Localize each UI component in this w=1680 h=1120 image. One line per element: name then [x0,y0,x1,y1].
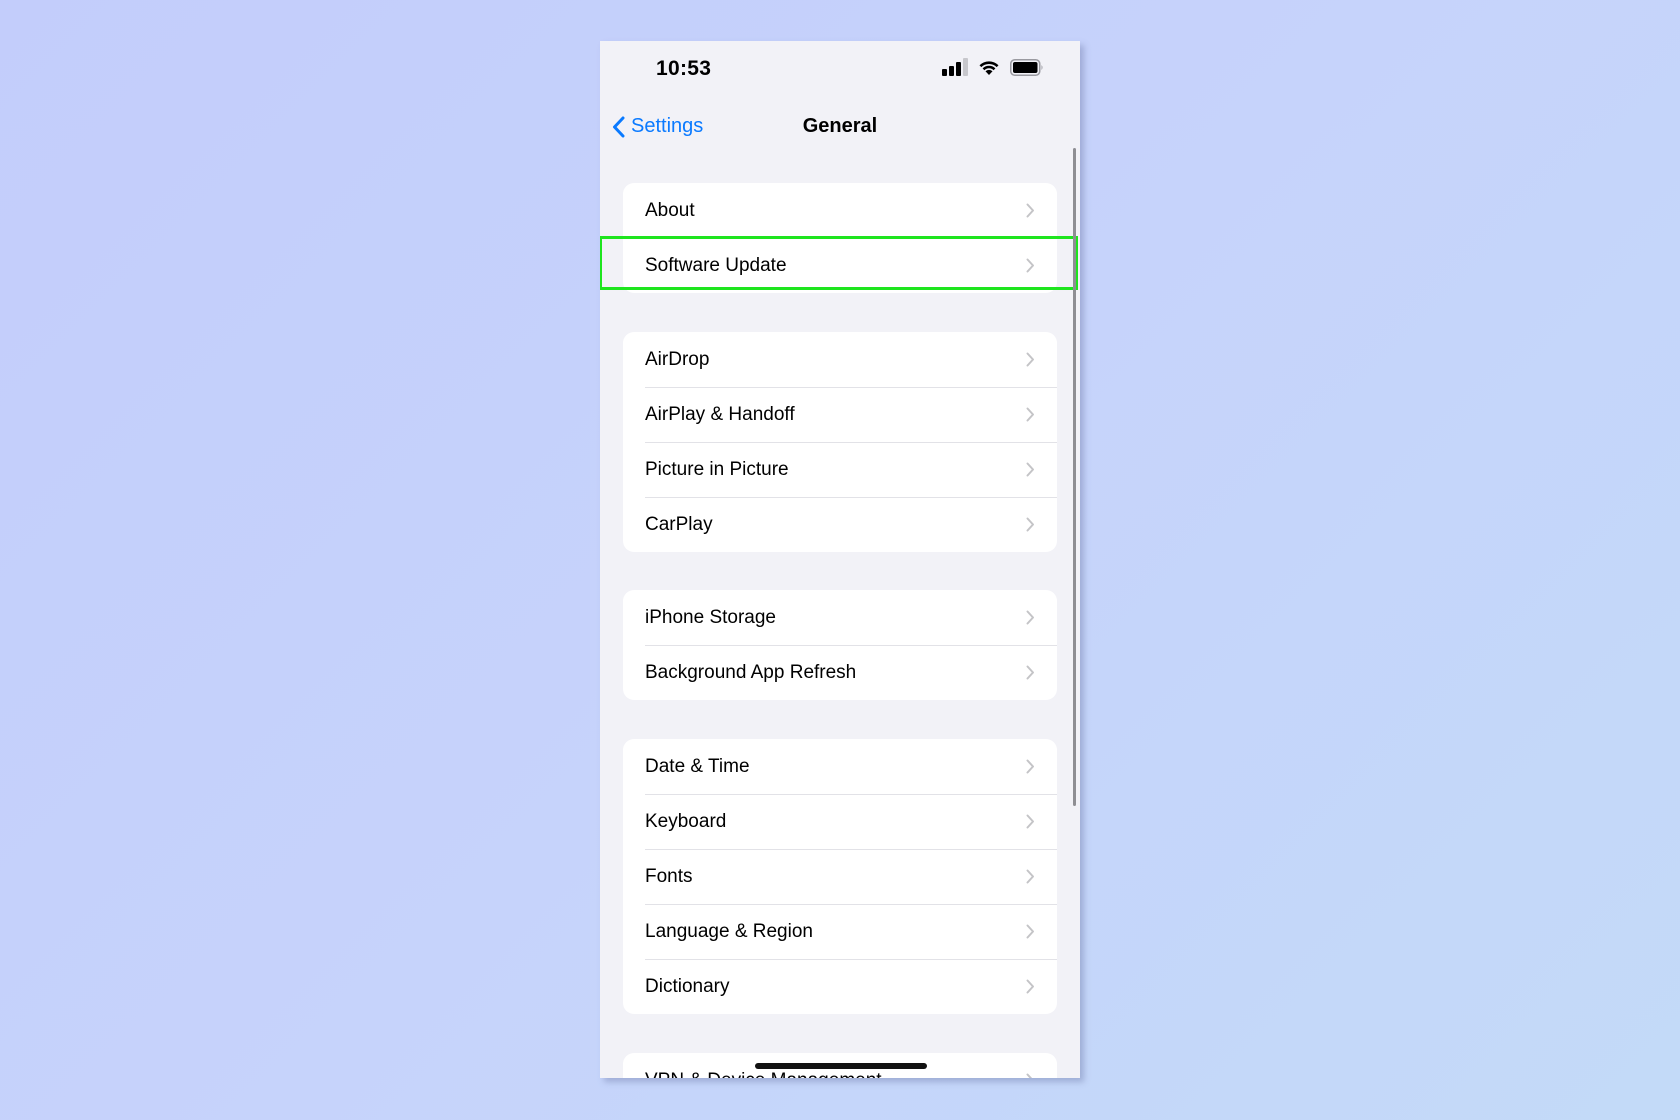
chevron-right-icon [1026,462,1034,477]
chevron-right-icon [1026,407,1034,422]
chevron-right-icon [1026,814,1034,829]
row-date-time[interactable]: Date & Time [623,739,1057,794]
settings-group-connectivity: AirDrop AirPlay & Handoff Picture in Pic… [623,332,1057,552]
row-label: Software Update [645,254,787,276]
row-label: Fonts [645,865,693,887]
navigation-bar: Settings General [600,101,1080,161]
chevron-right-icon [1026,258,1034,273]
signal-icon [942,58,968,76]
row-airplay-handoff[interactable]: AirPlay & Handoff [623,387,1057,442]
battery-icon [1010,58,1043,76]
row-dictionary[interactable]: Dictionary [623,959,1057,1014]
home-indicator[interactable] [755,1063,927,1069]
status-time: 10:53 [656,57,712,80]
row-label: Language & Region [645,920,813,942]
row-airdrop[interactable]: AirDrop [623,332,1057,387]
settings-group-storage: iPhone Storage Background App Refresh [623,590,1057,700]
chevron-right-icon [1026,610,1034,625]
row-language-region[interactable]: Language & Region [623,904,1057,959]
row-iphone-storage[interactable]: iPhone Storage [623,590,1057,645]
row-label: VPN & Device Management [645,1070,882,1079]
chevron-right-icon [1026,203,1034,218]
row-label: About [645,199,695,221]
chevron-right-icon [1026,979,1034,994]
chevron-right-icon [1026,924,1034,939]
row-label: Date & Time [645,755,750,777]
row-label: AirPlay & Handoff [645,403,795,425]
chevron-right-icon [1026,759,1034,774]
row-label: AirDrop [645,348,710,370]
status-icons [942,58,1044,76]
chevron-right-icon [1026,1073,1033,1078]
status-bar: 10:53 [600,41,1080,101]
wifi-icon [979,60,999,75]
row-fonts[interactable]: Fonts [623,849,1057,904]
row-picture-in-picture[interactable]: Picture in Picture [623,442,1057,497]
row-keyboard[interactable]: Keyboard [623,794,1057,849]
row-background-app-refresh[interactable]: Background App Refresh [623,645,1057,700]
settings-group-general: About Software Update [623,183,1057,293]
chevron-right-icon [1026,869,1034,884]
settings-group-locale: Date & Time Keyboard Fonts Language & Re… [623,739,1057,1014]
page-title: General [802,115,878,137]
row-about[interactable]: About [623,183,1057,238]
chevron-right-icon [1026,352,1034,367]
row-software-update[interactable]: Software Update [623,238,1057,293]
chevron-right-icon [1026,665,1034,680]
scroll-indicator[interactable] [1073,148,1076,806]
row-label: Dictionary [645,975,730,997]
row-carplay[interactable]: CarPlay [623,497,1057,552]
row-label: CarPlay [645,513,713,535]
row-label: iPhone Storage [645,606,776,628]
row-label: Background App Refresh [645,661,857,683]
chevron-right-icon [1026,517,1034,532]
row-label: Keyboard [645,810,727,832]
row-label: Picture in Picture [645,458,789,480]
phone-screen: 10:53 Settings General About Software Up… [600,41,1080,1078]
